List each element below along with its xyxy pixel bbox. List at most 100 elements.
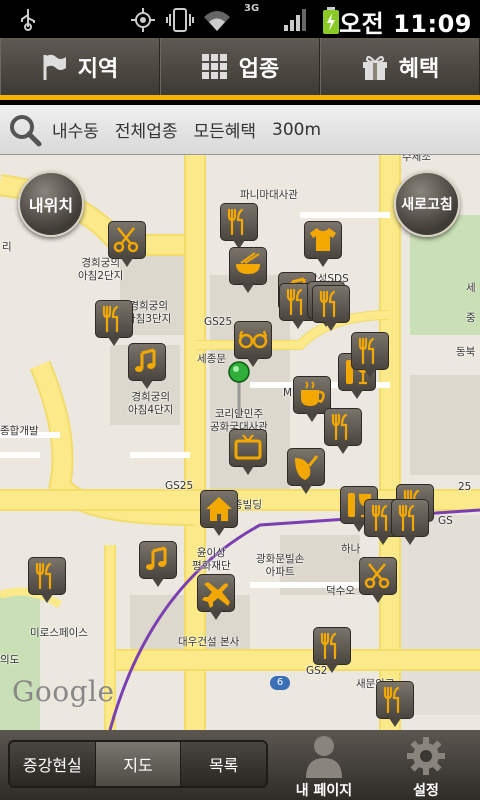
map-label: 경희궁의 아침4단지 <box>128 391 174 416</box>
filter-radius[interactable]: 300m <box>272 120 321 140</box>
bottom-bar: 증강현실 지도 목록 내 페이지 설정 <box>0 730 480 800</box>
marker-tip <box>325 322 337 331</box>
poi-marker[interactable] <box>304 221 366 267</box>
marker-tip <box>247 358 259 367</box>
gear-icon <box>407 737 445 775</box>
poi-marker[interactable] <box>28 557 90 603</box>
home-icon <box>206 497 232 521</box>
coffee-icon <box>301 381 325 406</box>
grid-icon <box>201 53 227 79</box>
poi-marker[interactable] <box>391 499 453 545</box>
map-label: 미로스페이스 <box>30 627 88 639</box>
marker-tip <box>141 380 153 389</box>
segment-map[interactable]: 지도 <box>95 742 182 786</box>
filter-business-type[interactable]: 전체업종 <box>115 117 178 142</box>
marker-tip <box>242 284 254 293</box>
map-label: 종합개발 <box>0 425 39 437</box>
marker-body <box>108 221 146 259</box>
marker-body <box>391 499 429 537</box>
marker-body <box>304 221 342 259</box>
marker-body <box>312 285 350 323</box>
marker-body <box>351 332 389 370</box>
marker-tip <box>389 718 401 727</box>
poi-marker[interactable] <box>359 557 421 603</box>
marker-body <box>200 490 238 528</box>
marker-tip <box>242 466 254 475</box>
tab-business-type[interactable]: 업종 <box>160 38 320 95</box>
poi-marker[interactable] <box>312 285 374 331</box>
status-time: 오전 11:09 <box>339 10 472 38</box>
route-number-badge: 6 <box>270 676 290 690</box>
map-label: 하나 <box>341 543 361 555</box>
marker-body <box>229 429 267 467</box>
battery-charging-icon <box>323 7 339 34</box>
poi-marker[interactable] <box>234 321 296 367</box>
tab-business-type-label: 업종 <box>238 56 280 82</box>
segment-list[interactable]: 목록 <box>181 742 266 786</box>
poi-marker[interactable] <box>229 247 291 293</box>
map-label: GS25 <box>165 480 194 492</box>
refresh-button[interactable]: 새로고침 <box>394 171 460 237</box>
settings-button[interactable]: 설정 <box>384 734 468 799</box>
category-tab-bar: 지역 업종 혜택 <box>0 38 480 100</box>
poi-marker[interactable] <box>197 574 259 620</box>
marker-tip <box>351 390 363 399</box>
poi-marker[interactable] <box>95 300 157 346</box>
poi-marker[interactable] <box>376 681 438 727</box>
gift-icon <box>295 455 319 480</box>
marker-tip <box>108 337 120 346</box>
poi-marker[interactable] <box>324 408 386 454</box>
filter-benefit[interactable]: 모든혜택 <box>193 117 256 142</box>
poi-marker[interactable] <box>351 332 413 378</box>
marker-tip <box>121 258 133 267</box>
settings-label: 설정 <box>413 783 439 799</box>
marker-tip <box>41 594 53 603</box>
status-bar: 3G 오전 11:09 <box>0 0 480 38</box>
poi-marker[interactable] <box>128 343 190 389</box>
restaurant-icon <box>319 290 336 318</box>
marker-body <box>197 574 235 612</box>
my-location-button[interactable]: 내위치 <box>18 171 84 237</box>
tab-benefit[interactable]: 혜택 <box>320 38 480 95</box>
marker-tip <box>300 485 312 494</box>
marker-body <box>28 557 66 595</box>
search-icon[interactable] <box>8 113 42 147</box>
wifi-icon <box>204 11 230 31</box>
poi-marker[interactable] <box>220 203 282 249</box>
restaurant-icon <box>227 208 244 236</box>
map-label: 리 <box>2 241 12 253</box>
poi-marker[interactable] <box>200 490 262 536</box>
map-label: 중 <box>466 312 476 324</box>
restaurant-icon <box>331 413 348 441</box>
marker-body <box>359 557 397 595</box>
map-label: GS <box>438 515 453 527</box>
poi-marker[interactable] <box>287 448 349 494</box>
segment-ar[interactable]: 증강현실 <box>10 742 96 786</box>
marker-tip <box>372 594 384 603</box>
restaurant-icon <box>102 305 119 333</box>
poi-marker[interactable] <box>108 221 170 267</box>
marker-tip <box>317 258 329 267</box>
map-label: 대우건설 본사 <box>178 636 240 648</box>
my-page-button[interactable]: 내 페이지 <box>282 734 366 799</box>
map-label: 동북 <box>456 346 476 358</box>
restaurant-icon <box>358 337 375 365</box>
map-label: 세 <box>466 282 476 294</box>
tab-region[interactable]: 지역 <box>0 38 160 95</box>
map-view[interactable]: 파니마대사관 경희궁의 아침2단지 경희궁의 아침3단지 경희궁의 아침4단지 … <box>0 155 480 730</box>
3g-icon: 3G <box>244 3 260 14</box>
marker-body <box>234 321 272 359</box>
marker-tip <box>364 369 376 378</box>
poi-marker[interactable] <box>229 429 291 475</box>
map-label: 수제조 <box>402 155 431 163</box>
marker-body <box>139 541 177 579</box>
marker-body <box>128 343 166 381</box>
view-mode-segmented-control: 증강현실 지도 목록 <box>8 740 268 788</box>
map-label: 덕수오 <box>326 585 355 597</box>
tab-benefit-label: 혜택 <box>398 56 440 82</box>
poi-marker[interactable] <box>313 627 375 673</box>
poi-marker[interactable] <box>139 541 201 587</box>
filter-region[interactable]: 내수동 <box>52 117 99 142</box>
map-label: 의도 <box>0 654 20 666</box>
filter-bar[interactable]: 내수동 전체업종 모든혜택 300m <box>0 105 480 155</box>
